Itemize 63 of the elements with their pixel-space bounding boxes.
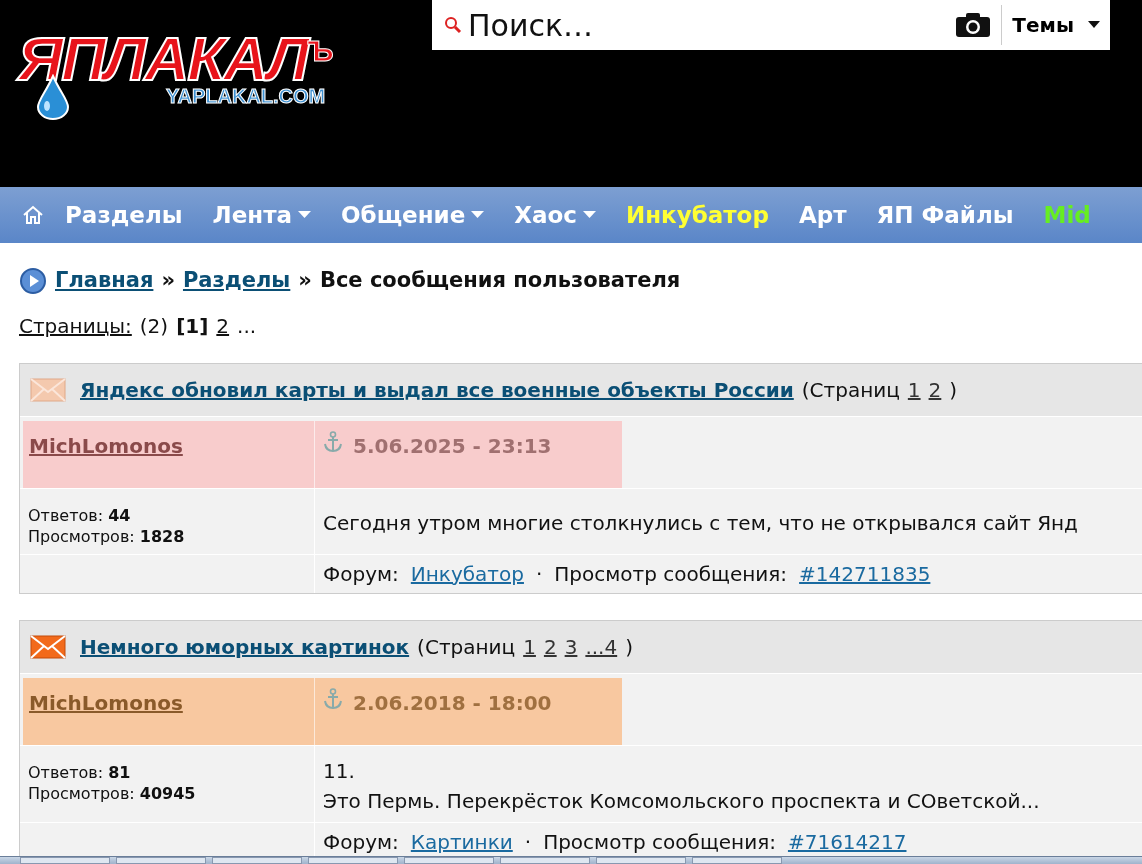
replies-count: Ответов: 81 — [28, 761, 132, 784]
breadcrumb-current: Все сообщения пользователя — [319, 267, 681, 294]
breadcrumb-link[interactable]: Главная — [55, 265, 154, 297]
views-count: Просмотров: 40945 — [28, 783, 197, 805]
pages-label: (Страниц — [801, 376, 900, 404]
replies-count: Ответов: 44 — [28, 504, 132, 527]
play-icon — [19, 266, 47, 295]
page-link[interactable]: 1 — [907, 374, 921, 405]
search-field[interactable]: Поиск… Темы — [432, 0, 1110, 50]
anchor-icon[interactable] — [323, 687, 343, 710]
taskbar-button[interactable] — [116, 857, 206, 864]
home-icon[interactable] — [22, 205, 44, 225]
current-page: [1] — [176, 312, 209, 340]
page-link[interactable]: 2 — [216, 310, 230, 341]
page-link[interactable]: 1 — [523, 631, 536, 662]
caret-icon — [1088, 21, 1100, 29]
forum-link[interactable]: Картинки — [410, 826, 513, 857]
post-date: 5.06.2025 - 23:13 — [353, 432, 552, 460]
pages-close: ) — [625, 633, 633, 661]
pages-close: ) — [949, 376, 958, 404]
breadcrumb-separator: » — [298, 267, 312, 294]
topic-link[interactable]: Немного юморных картинок — [80, 631, 410, 662]
camera-icon[interactable] — [955, 12, 992, 38]
topic-link[interactable]: Яндекс обновил карты и выдал все военные объекты России — [80, 374, 794, 405]
page-link[interactable]: ...4 — [585, 631, 618, 662]
search-icon[interactable] — [444, 16, 462, 34]
post-text: Сегодня утром многие столкнулись с тем, что не открывался сайт Янд — [323, 510, 1079, 538]
author-link[interactable]: MichLomonos — [29, 690, 183, 715]
forum-label: Форум: — [323, 560, 399, 588]
post-date: 2.06.2018 - 18:00 — [353, 689, 552, 717]
taskbar-button[interactable] — [404, 857, 494, 864]
forum-label: Форум: — [323, 828, 399, 856]
topics-dropdown[interactable]: Темы — [1001, 5, 1110, 45]
taskbar-button[interactable] — [596, 857, 686, 864]
view-post-label: Просмотр сообщения: — [554, 560, 788, 588]
breadcrumb-link[interactable]: Разделы — [182, 265, 291, 297]
page-link[interactable]: 2 — [543, 631, 557, 662]
post-text: 11. — [323, 757, 356, 785]
post-link[interactable]: #142711835 — [799, 558, 931, 589]
author-link[interactable]: MichLomonos — [29, 433, 183, 458]
separator-dot: · — [535, 560, 543, 588]
page-link[interactable]: 3 — [564, 631, 578, 662]
page-link[interactable]: 2 — [928, 374, 942, 405]
taskbar-button[interactable] — [692, 857, 782, 864]
taskbar-button[interactable] — [500, 857, 590, 864]
post-link[interactable]: #71614217 — [787, 826, 907, 857]
pages-link[interactable]: Страницы: — [19, 310, 132, 341]
breadcrumb-separator: » — [161, 267, 175, 294]
taskbar-button[interactable] — [308, 857, 398, 864]
caret-icon — [582, 211, 596, 219]
page-link[interactable]: ... — [237, 310, 257, 341]
separator-dot: · — [524, 828, 532, 856]
caret-icon — [471, 211, 485, 219]
anchor-icon[interactable] — [323, 430, 343, 453]
post-text: Это Пермь. Перекрёсток Комсомольского проспекта и СОветской... — [323, 787, 1041, 815]
views-count: Просмотров: 1828 — [28, 526, 186, 548]
taskbar-button[interactable] — [212, 857, 302, 864]
pages-label: (Страниц — [417, 633, 516, 661]
page-count: (2) — [139, 312, 169, 340]
forum-link[interactable]: Инкубатор — [410, 558, 524, 589]
taskbar-button[interactable] — [20, 857, 110, 864]
caret-icon — [298, 211, 311, 219]
view-post-label: Просмотр сообщения: — [543, 828, 776, 856]
